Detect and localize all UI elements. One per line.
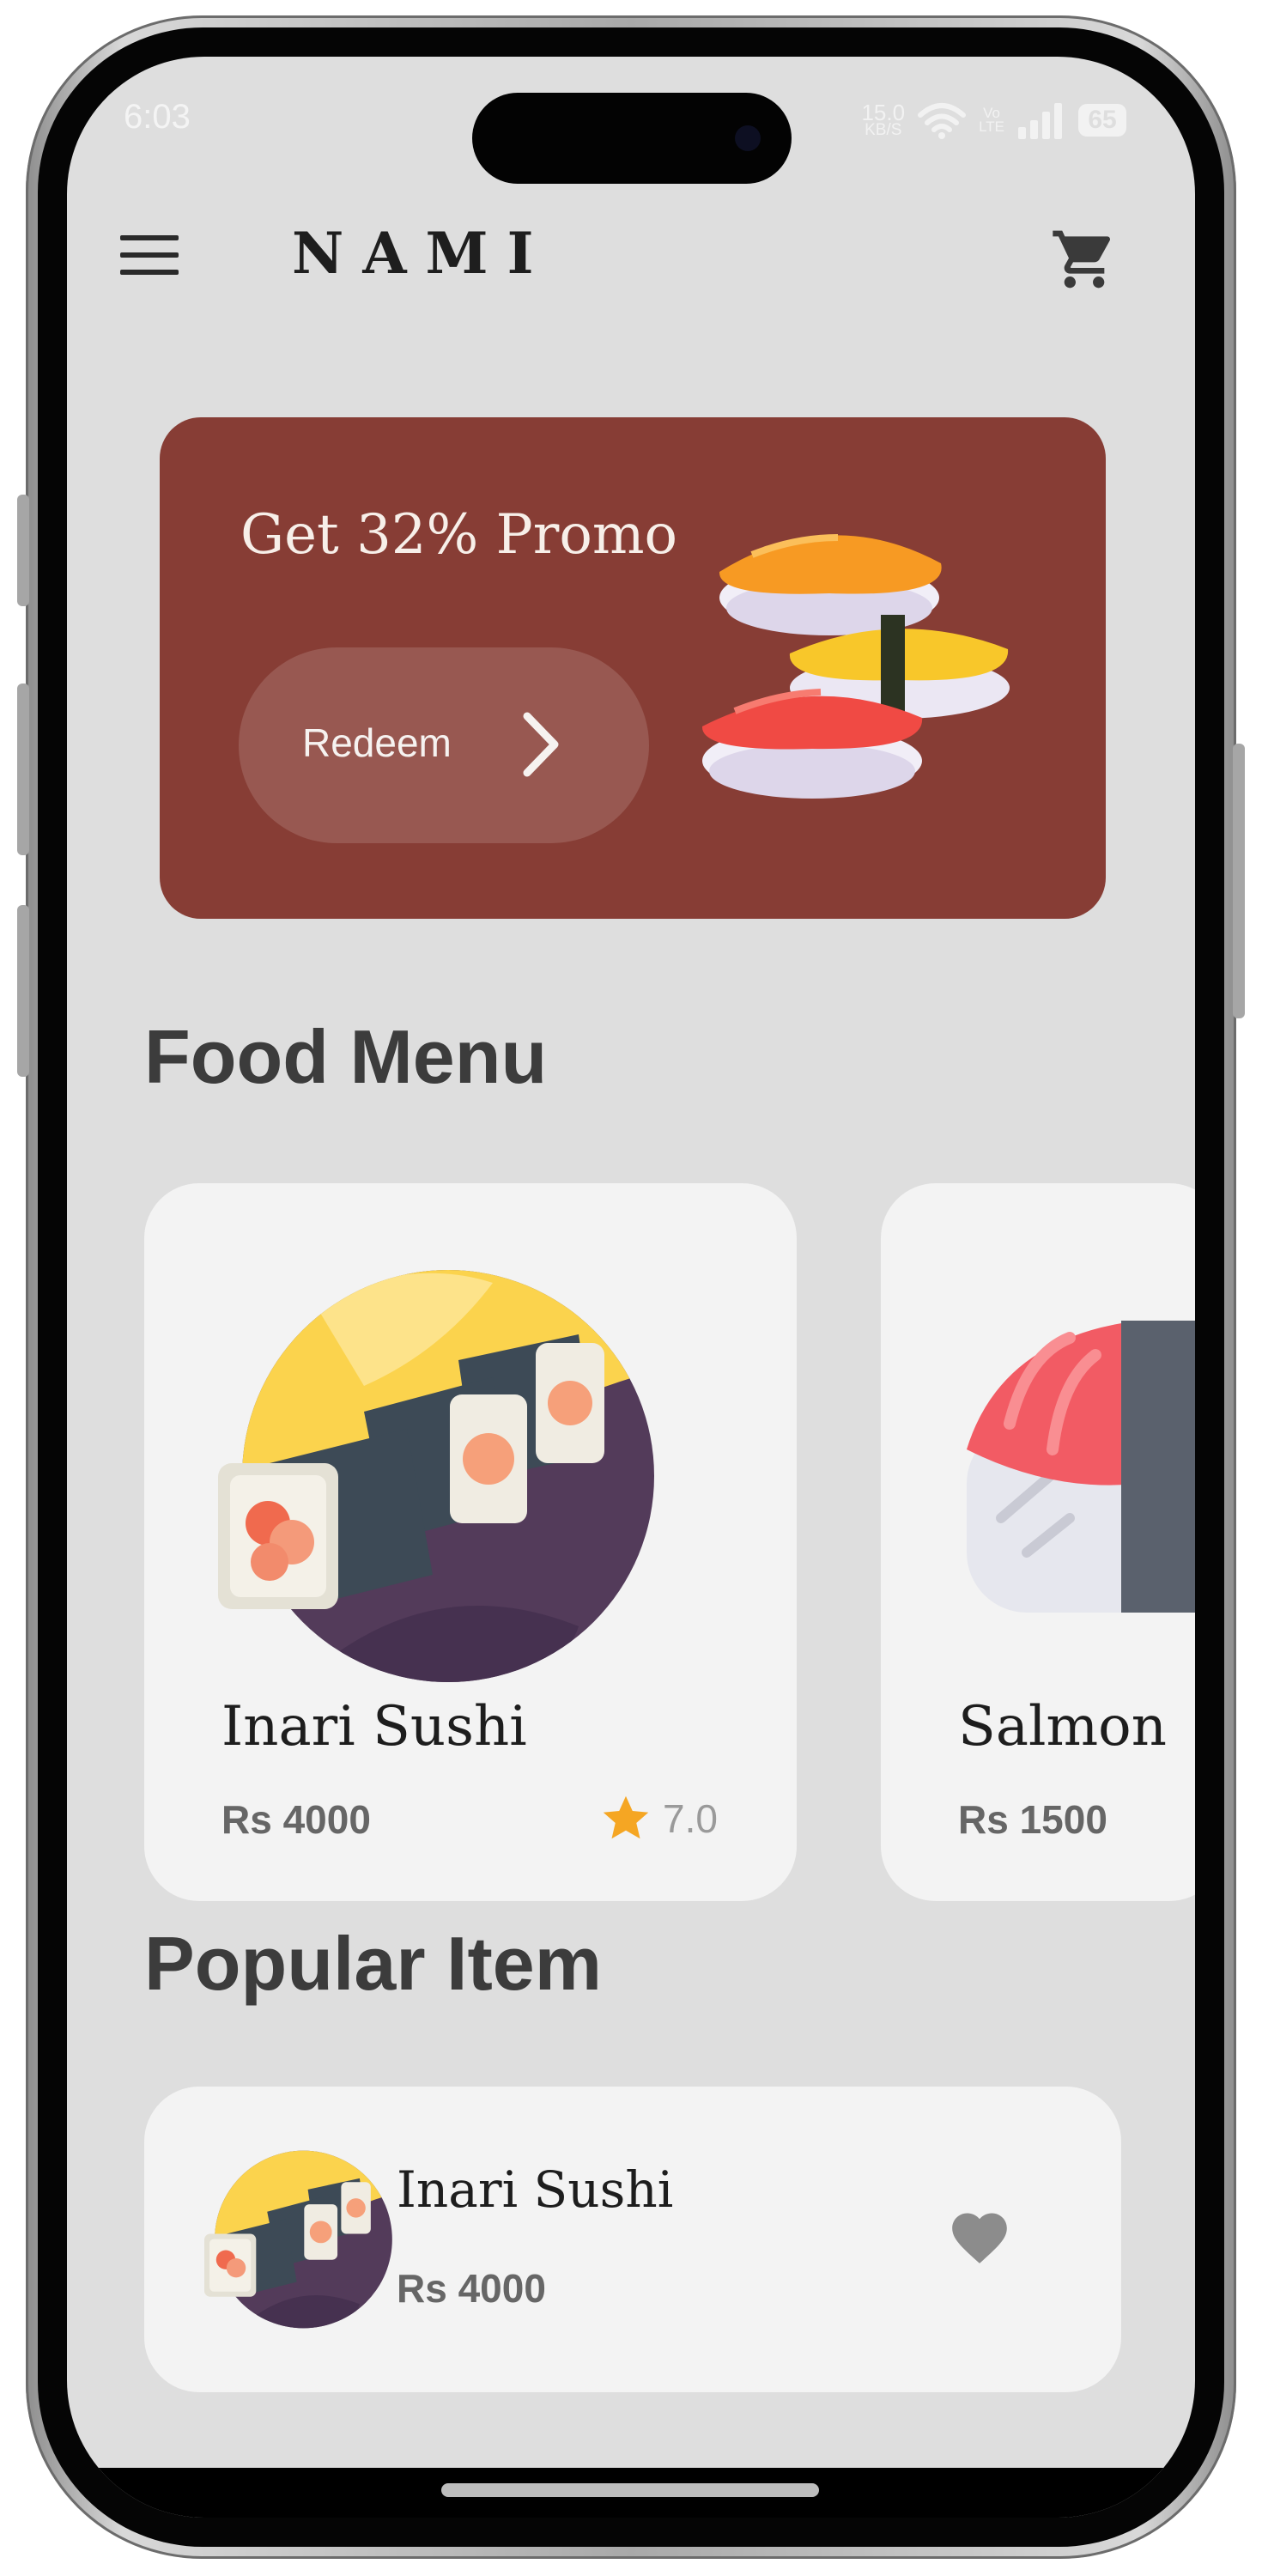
dynamic-island	[472, 93, 792, 184]
food-card[interactable]: Inari Sushi Rs 4000 7.0	[144, 1183, 797, 1901]
popular-item-price: Rs 4000	[397, 2266, 546, 2311]
battery-level: 65	[1088, 106, 1117, 134]
network-speed-unit: KB/S	[865, 121, 902, 139]
hamburger-menu-icon[interactable]	[120, 235, 180, 278]
home-indicator[interactable]	[441, 2483, 819, 2497]
food-item-name: Inari Sushi	[221, 1695, 527, 1759]
battery-icon: 65	[1078, 104, 1126, 137]
status-time: 6:03	[124, 98, 191, 136]
promo-title: Get 32% Promo	[240, 503, 678, 567]
volume-down-button	[17, 905, 29, 1077]
salmon-nigiri-image	[967, 1321, 1195, 1613]
redeem-label: Redeem	[302, 720, 452, 765]
food-card[interactable]: Salmon Rs 1500	[881, 1183, 1195, 1901]
nigiri-sushi-illustration	[701, 534, 1010, 799]
network-speed-value: 15.0	[861, 100, 906, 125]
food-item-name: Salmon	[958, 1695, 1167, 1759]
heart-icon[interactable]	[946, 2205, 1013, 2265]
network-speed: 15.0 KB/S	[861, 100, 906, 139]
volte-indicator: Vo LTE	[979, 106, 1004, 134]
food-item-rating: 7.0	[599, 1793, 718, 1844]
app-screen: 6:03 15.0 KB/S Vo LTE 65 NAMI Get 32% Pr…	[67, 57, 1195, 2518]
star-icon	[603, 1795, 649, 1839]
signal-icon	[1018, 103, 1062, 139]
sushi-roll-thumbnail	[204, 2150, 392, 2329]
app-logo: NAMI	[292, 220, 553, 287]
food-item-price: Rs 1500	[958, 1797, 1107, 1842]
power-button	[1233, 744, 1245, 1018]
popular-item-name: Inari Sushi	[397, 2160, 674, 2219]
food-item-price: Rs 4000	[221, 1797, 371, 1842]
food-menu-title: Food Menu	[144, 1014, 548, 1099]
chevron-right-icon	[523, 712, 559, 777]
wifi-icon	[918, 103, 967, 139]
camera-icon	[735, 125, 761, 151]
popular-item-title: Popular Item	[144, 1921, 602, 2006]
rating-value: 7.0	[663, 1796, 718, 1841]
sushi-roll-image	[218, 1270, 654, 1682]
status-icons: 15.0 KB/S Vo LTE 65	[861, 101, 1126, 139]
redeem-button[interactable]: Redeem	[239, 647, 649, 843]
promo-banner[interactable]: Get 32% Promo Redeem	[160, 417, 1106, 919]
popular-item-card[interactable]: Inari Sushi Rs 4000	[144, 2087, 1121, 2392]
action-button	[17, 495, 29, 606]
shopping-cart-icon[interactable]	[1047, 225, 1121, 294]
volume-up-button	[17, 683, 29, 855]
volte-bottom: LTE	[979, 118, 1004, 135]
